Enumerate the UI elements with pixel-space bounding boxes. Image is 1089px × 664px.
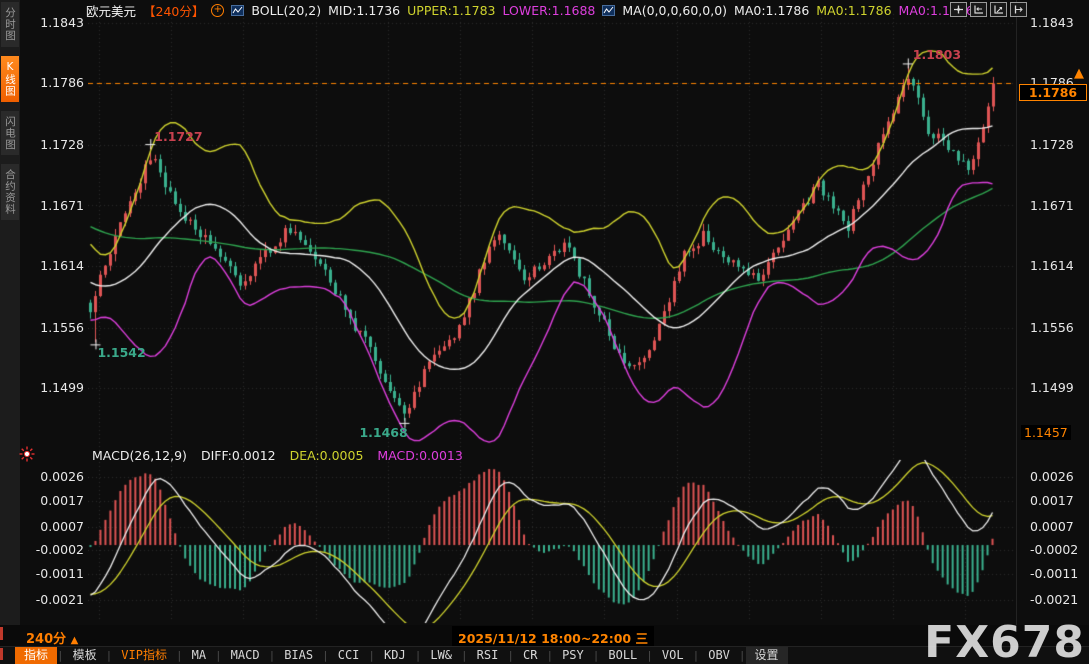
macd-tick-right: 0.0017 — [1030, 493, 1089, 508]
tab-separator: | — [415, 649, 422, 662]
price-tick-left: 1.1556 — [20, 320, 84, 335]
tab-separator: | — [215, 649, 222, 662]
price-tick-left: 1.1614 — [20, 258, 84, 273]
tab-separator: | — [461, 649, 468, 662]
tab-separator: | — [106, 649, 113, 662]
macd-macd-value: MACD:0.0013 — [377, 448, 462, 463]
bottom-tab-boll[interactable]: BOLL — [599, 647, 646, 664]
boll-upper-value: UPPER:1.1783 — [407, 3, 495, 18]
macd-tick-right: -0.0002 — [1030, 542, 1089, 557]
macd-tick-left: -0.0021 — [20, 592, 84, 607]
tab-separator: | — [507, 649, 514, 662]
band-low-label: 1.1457 — [1021, 425, 1071, 440]
bottom-tab-cci[interactable]: CCI — [329, 647, 369, 664]
symbol-name: 欧元美元 — [86, 1, 136, 20]
bottom-tab-bias[interactable]: BIAS — [275, 647, 322, 664]
macd-tick-left: 0.0007 — [20, 519, 84, 534]
macd-diff-value: DIFF:0.0012 — [201, 448, 276, 463]
tab-separator: | — [176, 649, 183, 662]
bottom-tab-settings[interactable]: 设置 — [746, 647, 788, 664]
bottom-tab-kdj[interactable]: KDJ — [375, 647, 415, 664]
price-tick-right: 1.1499 — [1030, 380, 1086, 395]
bottom-tab-psy[interactable]: PSY — [553, 647, 593, 664]
sidebar-item-kline-chart[interactable]: K线图 — [1, 56, 19, 102]
bottom-tab-ma[interactable]: MA — [183, 647, 215, 664]
price-tick-right: 1.1728 — [1030, 137, 1086, 152]
macd-tick-right: 0.0026 — [1030, 469, 1089, 484]
zoom-x-axis-icon[interactable] — [990, 2, 1007, 17]
tab-separator: | — [693, 649, 700, 662]
current-price-box: 1.1786 — [1019, 84, 1087, 101]
price-up-arrow-icon: ▲ — [1074, 66, 1084, 81]
trading-app: 分时图 K线图闪电图合约资料 欧元美元 【240分】 + BOLL(20,2) M… — [0, 0, 1089, 664]
sidebar-item-time-chart[interactable]: 分时图 — [1, 2, 19, 47]
bottom-tab-cr[interactable]: CR — [514, 647, 546, 664]
pan-tool-icon[interactable] — [950, 2, 967, 17]
macd-tick-right: -0.0011 — [1030, 566, 1089, 581]
chart-canvas[interactable] — [88, 0, 1015, 625]
price-tick-right: 1.1843 — [1030, 15, 1086, 30]
axis-separator — [1016, 0, 1017, 625]
price-tick-right: 1.1671 — [1030, 198, 1086, 213]
indicator-chart-icon — [602, 5, 615, 16]
bottom-tab-vol[interactable]: VOL — [653, 647, 693, 664]
ma0-value-yellow: MA0:1.1786 — [816, 3, 891, 18]
price-tick-left: 1.1786 — [20, 75, 84, 90]
period-dropdown-arrow-icon: ▲ — [71, 635, 79, 646]
price-tick-left: 1.1728 — [20, 137, 84, 152]
bottom-tab-template[interactable]: 模板 — [64, 647, 106, 664]
price-tick-right: 1.1556 — [1030, 320, 1086, 335]
macd-dea-value: DEA:0.0005 — [290, 448, 364, 463]
pan-right-icon[interactable] — [1010, 2, 1027, 17]
tab-separator: | — [593, 649, 600, 662]
macd-tick-right: -0.0021 — [1030, 592, 1089, 607]
period-selector[interactable]: 240分 ▲ — [26, 628, 78, 647]
add-indicator-icon[interactable]: + — [211, 4, 224, 17]
price-tick-right: 1.1614 — [1030, 258, 1086, 273]
macd-tick-left: -0.0002 — [20, 542, 84, 557]
chart-toolbar — [950, 2, 1027, 17]
sidebar-item-contract-info[interactable]: 合约资料 — [1, 164, 19, 220]
bottom-tab-rsi[interactable]: RSI — [468, 647, 508, 664]
tab-separator: | — [57, 649, 64, 662]
bottom-tab-vip-indicator[interactable]: VIP指标 — [112, 647, 176, 664]
tab-separator: | — [739, 649, 746, 662]
tab-separator: | — [269, 649, 276, 662]
tab-separator: | — [646, 649, 653, 662]
watermark: FX678 — [924, 622, 1085, 664]
left-edge-marker — [0, 627, 3, 640]
price-tick-left: 1.1499 — [20, 380, 84, 395]
tab-separator: | — [368, 649, 375, 662]
tab-separator: | — [546, 649, 553, 662]
sidebar-item-lightning-chart[interactable]: 闪电图 — [1, 111, 19, 156]
price-tick-left: 1.1843 — [20, 15, 84, 30]
boll-lower-value: LOWER:1.1688 — [503, 3, 596, 18]
boll-mid-value: MID:1.1736 — [328, 3, 400, 18]
tab-separator: | — [322, 649, 329, 662]
ma0-value-white: MA0:1.1786 — [734, 3, 809, 18]
price-tick-left: 1.1671 — [20, 198, 84, 213]
macd-title: MACD(26,12,9) — [92, 448, 187, 463]
bottom-tab-indicator[interactable]: 指标 — [15, 647, 57, 664]
ma-label: MA(0,0,0,60,0,0) — [622, 3, 727, 18]
macd-tick-left: -0.0011 — [20, 566, 84, 581]
boll-label: BOLL(20,2) — [251, 3, 321, 18]
indicator-chart-icon — [231, 5, 244, 16]
macd-tick-right: 0.0007 — [1030, 519, 1089, 534]
macd-header: MACD(26,12,9) DIFF:0.0012 DEA:0.0005 MAC… — [92, 448, 463, 463]
alert-sun-icon[interactable] — [19, 446, 35, 466]
sidebar: 分时图 K线图闪电图合约资料 — [0, 0, 20, 625]
macd-tick-left: 0.0017 — [20, 493, 84, 508]
zoom-y-axis-icon[interactable] — [970, 2, 987, 17]
period-label[interactable]: 【240分】 — [143, 1, 204, 20]
left-edge-marker — [0, 648, 3, 660]
bottom-tab-lwr[interactable]: LW& — [421, 647, 461, 664]
bottom-tab-obv[interactable]: OBV — [699, 647, 739, 664]
topbar: 欧元美元 【240分】 + BOLL(20,2) MID:1.1736 UPPE… — [86, 0, 974, 20]
bottom-tab-macd[interactable]: MACD — [222, 647, 269, 664]
macd-tick-left: 0.0026 — [20, 469, 84, 484]
